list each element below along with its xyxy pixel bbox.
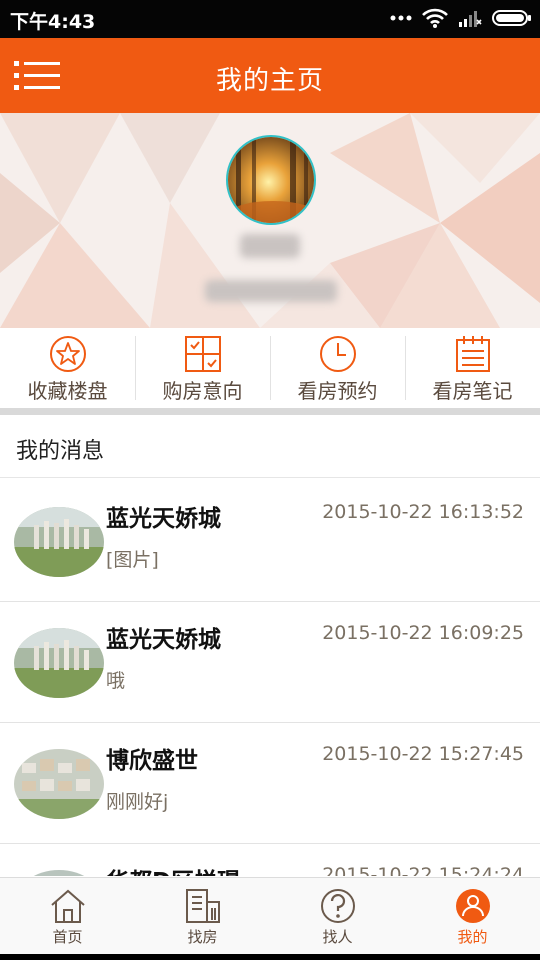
aerial-complex-image — [14, 749, 104, 819]
page-title: 我的主页 — [215, 66, 324, 96]
wifi-icon — [422, 8, 448, 28]
quick-label: 看房笔记 — [432, 379, 513, 403]
quick-viewing-notes[interactable]: 看房笔记 — [405, 328, 540, 408]
messages-header: 我的消息 — [0, 415, 540, 478]
message-time: 2015-10-22 15:24:24 — [322, 864, 524, 876]
message-sender: 蓝光天娇城 — [106, 506, 221, 532]
message-time: 2015-10-22 15:27:45 — [322, 743, 524, 765]
message-preview: 刚刚好j — [106, 791, 169, 813]
question-icon — [320, 889, 355, 923]
tab-mine[interactable]: 我的 — [405, 878, 540, 954]
signal-icon — [459, 11, 482, 27]
tab-label: 首页 — [52, 928, 83, 946]
system-nav-strip — [0, 954, 540, 960]
quick-purchase-intent[interactable]: 购房意向 — [135, 328, 270, 408]
blurred-username — [240, 234, 300, 258]
clock-icon — [319, 336, 356, 372]
message-time: 2015-10-22 16:13:52 — [322, 501, 524, 523]
avatar-photo — [228, 137, 314, 223]
message-thumbnail — [14, 749, 104, 819]
message-thumbnail — [14, 507, 104, 577]
message-time: 2015-10-22 16:09:25 — [322, 622, 524, 644]
tab-find-house[interactable]: 找房 — [135, 878, 270, 954]
aerial-city-image — [14, 507, 104, 577]
checklist-icon — [184, 336, 221, 372]
message-sender: 蓝光天娇城 — [106, 627, 221, 653]
notepad-icon — [455, 336, 490, 372]
tab-home[interactable]: 首页 — [0, 878, 135, 954]
aerial-city-image — [14, 628, 104, 698]
tab-label: 我的 — [457, 928, 488, 946]
star-icon — [49, 336, 86, 372]
messages-title: 我的消息 — [16, 439, 105, 464]
quick-viewing-appointment[interactable]: 看房预约 — [270, 328, 405, 408]
message-thumbnail — [14, 870, 104, 876]
avatar[interactable] — [226, 135, 316, 225]
quick-label: 看房预约 — [297, 379, 378, 403]
message-sender: 华都D区悦璟 — [106, 862, 240, 876]
tab-label: 找房 — [187, 928, 218, 946]
home-icon — [50, 889, 85, 923]
building-image — [14, 870, 104, 876]
tab-find-people[interactable]: 找人 — [270, 878, 405, 954]
battery-icon — [492, 10, 531, 26]
person-icon — [455, 889, 490, 923]
quick-actions: 收藏楼盘 购房意向 看房预约 看房笔记 — [0, 328, 540, 408]
message-preview: [图片] — [106, 549, 159, 571]
message-item[interactable]: 蓝光天娇城 2015-10-22 16:13:52 [图片] — [0, 481, 540, 602]
message-thumbnail — [14, 628, 104, 698]
section-divider — [0, 408, 540, 415]
message-item[interactable]: 博欣盛世 2015-10-22 15:27:45 刚刚好j — [0, 723, 540, 844]
quick-label: 购房意向 — [162, 379, 243, 403]
message-item[interactable]: 华都D区悦璟 2015-10-22 15:24:24 — [0, 844, 540, 876]
bottom-tab-bar: 首页 找房 找人 我的 — [0, 877, 540, 954]
message-preview: 哦 — [106, 670, 126, 692]
tab-label: 找人 — [322, 928, 353, 946]
app-header: 我的主页 — [0, 38, 540, 113]
status-bar: 下午4:43 — [0, 0, 540, 38]
status-icons — [390, 8, 532, 28]
blurred-phone — [205, 280, 337, 302]
status-time: 下午4:43 — [10, 11, 96, 33]
building-icon — [185, 889, 220, 923]
message-sender: 博欣盛世 — [106, 748, 198, 774]
message-list: 蓝光天娇城 2015-10-22 16:13:52 [图片] 蓝光天娇城 201… — [0, 481, 540, 876]
quick-favorites[interactable]: 收藏楼盘 — [0, 328, 135, 408]
profile-banner — [0, 113, 540, 328]
quick-label: 收藏楼盘 — [27, 379, 108, 403]
more-dots-icon — [390, 15, 412, 21]
message-item[interactable]: 蓝光天娇城 2015-10-22 16:09:25 哦 — [0, 602, 540, 723]
